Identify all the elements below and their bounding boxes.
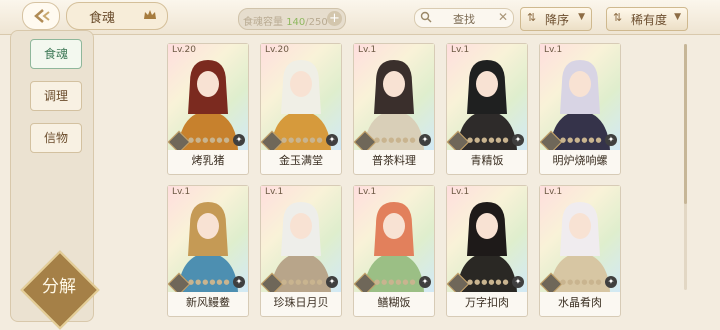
sidebar-item-label: 调理 <box>43 89 68 103</box>
clear-search-icon[interactable]: ✕ <box>498 10 508 24</box>
food-soul-card[interactable]: Lv.1 ●●●●●● ✦ 新风鳗鲞 <box>167 185 249 317</box>
dropdown-icon: ▼ <box>578 12 585 22</box>
crown-icon <box>144 10 156 19</box>
level-text: Lv.1 <box>358 187 377 197</box>
capacity-indicator: 食魂容量 140/250 + <box>238 8 346 30</box>
element-icon: ✦ <box>419 276 431 288</box>
sort-by-icon: ⇅ <box>613 11 623 24</box>
card-name: 烤乳猪 <box>191 154 225 167</box>
capacity-label: 食魂容量 <box>243 17 283 28</box>
star-rating: ●●●●●● <box>374 136 417 144</box>
search-input[interactable]: 查找 ✕ <box>414 8 514 28</box>
sort-order-button[interactable]: ⇅ 降序 ▼ <box>520 7 592 31</box>
page-title-tab: 食魂 <box>66 2 168 30</box>
sort-by-label: 稀有度 <box>631 13 668 27</box>
level-text: Lv.1 <box>544 187 563 197</box>
star-rating: ●●●●●● <box>281 278 324 286</box>
element-icon: ✦ <box>233 276 245 288</box>
card-portrait: Lv.1 ●●●●●● ✦ <box>447 44 527 150</box>
element-icon: ✦ <box>512 134 524 146</box>
card-portrait: Lv.1 ●●●●●● ✦ <box>168 186 248 292</box>
element-icon: ✦ <box>605 134 617 146</box>
scrollbar-thumb[interactable] <box>684 44 687 204</box>
card-name: 新风鳗鲞 <box>186 296 230 309</box>
star-rating: ●●●●●● <box>467 136 510 144</box>
level-text: Lv.20 <box>172 45 196 55</box>
search-text: 查找 <box>453 13 475 26</box>
food-soul-card[interactable]: Lv.1 ●●●●●● ✦ 鳝糊饭 <box>353 185 435 317</box>
add-capacity-button[interactable]: + <box>327 11 342 26</box>
sidebar-item-tokens[interactable]: 信物 <box>30 123 82 153</box>
star-rating: ●●●●●● <box>188 278 231 286</box>
sidebar-item-label: 信物 <box>43 131 68 145</box>
star-rating: ●●●●●● <box>188 136 231 144</box>
element-icon: ✦ <box>419 134 431 146</box>
card-portrait: Lv.20 ●●●●●● ✦ <box>168 44 248 150</box>
level-text: Lv.1 <box>544 45 563 55</box>
level-text: Lv.20 <box>265 45 289 55</box>
back-arrow-icon <box>34 9 50 23</box>
capacity-current: 140 <box>286 17 306 28</box>
card-name: 鳝糊饭 <box>377 296 411 309</box>
decompose-label: 分解 <box>42 277 76 297</box>
card-portrait: Lv.1 ●●●●●● ✦ <box>447 186 527 292</box>
sidebar-item-food-souls[interactable]: 食魂 <box>30 39 82 69</box>
card-name: 金玉满堂 <box>279 154 323 167</box>
sort-by-button[interactable]: ⇅ 稀有度 ▼ <box>606 7 688 31</box>
star-rating: ●●●●●● <box>374 278 417 286</box>
sidebar-item-cooking[interactable]: 调理 <box>30 81 82 111</box>
card-portrait: Lv.1 ●●●●●● ✦ <box>354 44 434 150</box>
page-title: 食魂 <box>89 11 116 26</box>
food-soul-card[interactable]: Lv.1 ●●●●●● ✦ 明炉烧响螺 <box>539 43 621 175</box>
card-name: 普茶料理 <box>372 154 416 167</box>
element-icon: ✦ <box>512 276 524 288</box>
card-name: 万字扣肉 <box>465 296 509 309</box>
card-portrait: Lv.20 ●●●●●● ✦ <box>261 44 341 150</box>
sort-order-label: 降序 <box>545 13 570 27</box>
element-icon: ✦ <box>326 276 338 288</box>
card-name: 水晶肴肉 <box>558 296 602 309</box>
element-icon: ✦ <box>233 134 245 146</box>
element-icon: ✦ <box>605 276 617 288</box>
card-name: 珍珠日月贝 <box>273 296 329 309</box>
card-portrait: Lv.1 ●●●●●● ✦ <box>354 186 434 292</box>
card-portrait: Lv.1 ●●●●●● ✦ <box>261 186 341 292</box>
food-soul-card[interactable]: Lv.1 ●●●●●● ✦ 珍珠日月贝 <box>260 185 342 317</box>
level-text: Lv.1 <box>265 187 284 197</box>
element-icon: ✦ <box>326 134 338 146</box>
capacity-max: /250 <box>305 17 328 28</box>
sidebar-item-label: 食魂 <box>43 47 68 61</box>
food-soul-card[interactable]: Lv.20 ●●●●●● ✦ 金玉满堂 <box>260 43 342 175</box>
dropdown-icon: ▼ <box>674 12 681 22</box>
card-name: 明炉烧响螺 <box>552 154 608 167</box>
search-icon <box>420 11 432 23</box>
level-text: Lv.1 <box>451 187 470 197</box>
card-portrait: Lv.1 ●●●●●● ✦ <box>540 186 620 292</box>
food-soul-card[interactable]: Lv.1 ●●●●●● ✦ 万字扣肉 <box>446 185 528 317</box>
level-text: Lv.1 <box>172 187 191 197</box>
food-soul-card[interactable]: Lv.20 ●●●●●● ✦ 烤乳猪 <box>167 43 249 175</box>
card-portrait: Lv.1 ●●●●●● ✦ <box>540 44 620 150</box>
top-bar: 食魂 食魂容量 140/250 + 查找 ✕ ⇅ 降序 ▼ ⇅ 稀有度 ▼ <box>0 0 720 35</box>
star-rating: ●●●●●● <box>560 136 603 144</box>
sort-icon: ⇅ <box>527 11 537 24</box>
food-soul-card[interactable]: Lv.1 ●●●●●● ✦ 普茶料理 <box>353 43 435 175</box>
food-soul-card[interactable]: Lv.1 ●●●●●● ✦ 水晶肴肉 <box>539 185 621 317</box>
level-text: Lv.1 <box>451 45 470 55</box>
back-button[interactable] <box>22 2 60 30</box>
star-rating: ●●●●●● <box>281 136 324 144</box>
star-rating: ●●●●●● <box>560 278 603 286</box>
food-soul-card[interactable]: Lv.1 ●●●●●● ✦ 青精饭 <box>446 43 528 175</box>
level-text: Lv.1 <box>358 45 377 55</box>
card-name: 青精饭 <box>470 154 504 167</box>
star-rating: ●●●●●● <box>467 278 510 286</box>
